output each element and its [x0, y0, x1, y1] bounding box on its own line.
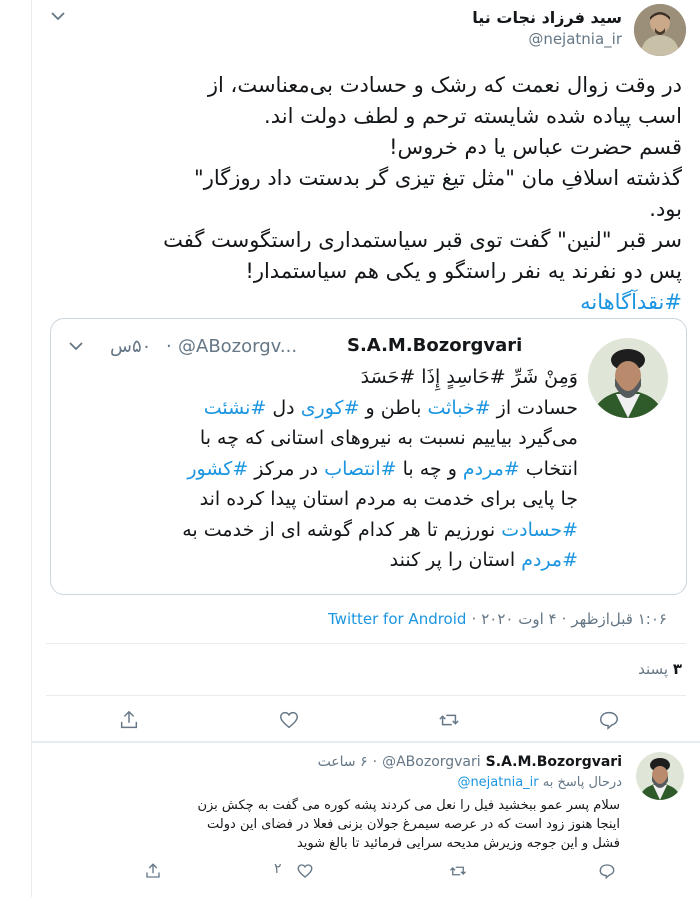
hashtag-link[interactable]: #نقدآگاهانه	[42, 287, 682, 318]
replying-to: درحال پاسخ به @nejatnia_ir	[457, 775, 622, 790]
hashtag-link[interactable]: #انتصاب	[324, 458, 396, 480]
chevron-down-icon[interactable]	[46, 6, 70, 26]
tweet-line: اسب پیاده شده شایسته ترحم و لطف دولت اند…	[264, 104, 682, 128]
tweet-body: در وقت زوال نعمت که رشک و حسادت بی‌معناس…	[42, 70, 682, 318]
reply-count: ۲	[274, 861, 282, 877]
reply-separator: ·	[372, 754, 378, 770]
replying-to-prefix: درحال پاسخ به	[542, 775, 622, 790]
quoted-text: دل	[266, 396, 301, 419]
tweet-line: پس دو نفرند یه نفر راستگو و یکی هم سیاست…	[245, 259, 682, 283]
author-name[interactable]: سید فرزاد نجات نیا	[472, 8, 622, 27]
quoted-text: باطن و	[359, 396, 428, 419]
tweet-line: بود.	[649, 197, 682, 221]
reply-line: سلام پسر عمو ببخشید فیل را نعل می کردند …	[197, 798, 620, 813]
quoted-separator: ·	[166, 336, 172, 357]
hashtag-link[interactable]: #مردم	[521, 549, 578, 571]
source-link[interactable]: Twitter for Android	[328, 610, 466, 628]
quoted-line: حسادت از #خباثت باطن و #کوری دل #نشئت	[108, 393, 578, 424]
heart-icon[interactable]	[294, 860, 316, 882]
likes-stat[interactable]: ۳ پسند	[638, 660, 682, 678]
quoted-line-1: وَمِنْ شَرِّ #حَاسِدٍ إِذَا #حَسَدَ	[360, 366, 578, 388]
quoted-author-avatar[interactable]	[588, 338, 668, 418]
hashtag-link[interactable]: #مردم	[463, 458, 520, 480]
reply-author-name[interactable]: S.A.M.Bozorgvari	[486, 754, 622, 770]
hashtag-link[interactable]: #کوری	[301, 397, 360, 419]
divider	[31, 741, 700, 743]
share-icon[interactable]	[116, 707, 142, 733]
quoted-line: وَمِنْ شَرِّ #حَاسِدٍ إِذَا #حَسَدَ	[108, 362, 578, 393]
quoted-body: وَمِنْ شَرِّ #حَاسِدٍ إِذَا #حَسَدَ حساد…	[108, 362, 578, 576]
quoted-time[interactable]: ۵۰س	[110, 336, 151, 357]
quoted-text: و چه با	[396, 457, 463, 480]
quoted-line: می‌گیرد بیاییم نسبت به نیروهای استانی که…	[199, 427, 578, 449]
hashtag-link[interactable]: #خباثت	[427, 397, 490, 419]
retweet-icon[interactable]	[436, 707, 462, 733]
quoted-text: در مرکز	[248, 457, 325, 480]
tweet-time[interactable]: ۱:۰۶ قبل‌ازظهر	[571, 610, 667, 628]
tweet-line: در وقت زوال نعمت که رشک و حسادت بی‌معناس…	[207, 73, 682, 97]
reply-header: ۶ ساعت · @ABozorgvari S.A.M.Bozorgvari	[318, 754, 622, 770]
quoted-line: #مردم استان را پر کنند	[108, 545, 578, 576]
reply-body: سلام پسر عمو ببخشید فیل را نعل می کردند …	[65, 796, 620, 853]
quoted-line: جا پایی برای خدمت به مردم استان پیدا کرد…	[199, 488, 578, 510]
quoted-line: #حسادت نورزیم تا هر کدام گوشه ای از خدمت…	[108, 515, 578, 546]
quoted-author-name[interactable]: S.A.M.Bozorgvari	[347, 335, 522, 356]
tweet-date[interactable]: ۴ اوت ۲۰۲۰	[481, 610, 556, 628]
tweet-line: گذشته اسلافِ مان "مثل تیغ تیزی گر بدستت …	[194, 166, 682, 190]
reply-line: اینجا هنوز زود است که در عرصه سیمرغ جولا…	[207, 817, 620, 832]
quoted-text: استان را پر کنند	[389, 549, 522, 571]
divider	[46, 643, 686, 644]
likes-count: ۳	[672, 660, 682, 678]
quoted-chevron-down-icon[interactable]	[64, 336, 88, 356]
reply-time[interactable]: ۶ ساعت	[318, 754, 368, 770]
tweet-meta-row: Twitter for Android · ۴ اوت ۲۰۲۰ · ۱:۰۶ …	[328, 610, 667, 628]
quoted-text: حسادت از	[490, 396, 578, 419]
likes-label: پسند	[638, 660, 669, 678]
share-icon[interactable]	[142, 860, 164, 882]
quoted-text: انتخاب	[519, 457, 578, 480]
reply-icon[interactable]	[596, 860, 618, 882]
tweet-line: سر قبر "لنین" گفت توی قبر سیاستمداری راس…	[163, 228, 682, 252]
hashtag-link[interactable]: #حسادت	[501, 519, 578, 541]
reply-line: فشل و این جوجه وزیرش مدیحه سرایی فرمائید…	[296, 836, 620, 851]
meta-separator: ·	[471, 610, 477, 628]
author-handle[interactable]: @nejatnia_ir	[528, 30, 622, 48]
quoted-author-handle[interactable]: @ABozorgv...	[178, 336, 297, 357]
author-avatar[interactable]	[634, 4, 686, 56]
divider	[46, 695, 686, 696]
replying-to-handle[interactable]: @nejatnia_ir	[457, 775, 538, 790]
quoted-line: انتخاب #مردم و چه با #انتصاب در مرکز #کش…	[108, 454, 578, 485]
heart-icon[interactable]	[276, 707, 302, 733]
reply-author-avatar[interactable]	[636, 752, 684, 800]
meta-separator: ·	[561, 610, 567, 628]
reply-icon[interactable]	[596, 707, 622, 733]
reply-author-handle[interactable]: @ABozorgvari	[382, 754, 481, 770]
hashtag-link[interactable]: #نشئت	[204, 397, 267, 419]
hashtag-link[interactable]: #کشور	[187, 458, 248, 480]
tweet-line: قسم حضرت عباس یا دم خروس!	[389, 135, 682, 159]
quoted-text: نورزیم تا هر کدام گوشه ای از خدمت به	[182, 518, 502, 541]
retweet-icon[interactable]	[447, 860, 469, 882]
